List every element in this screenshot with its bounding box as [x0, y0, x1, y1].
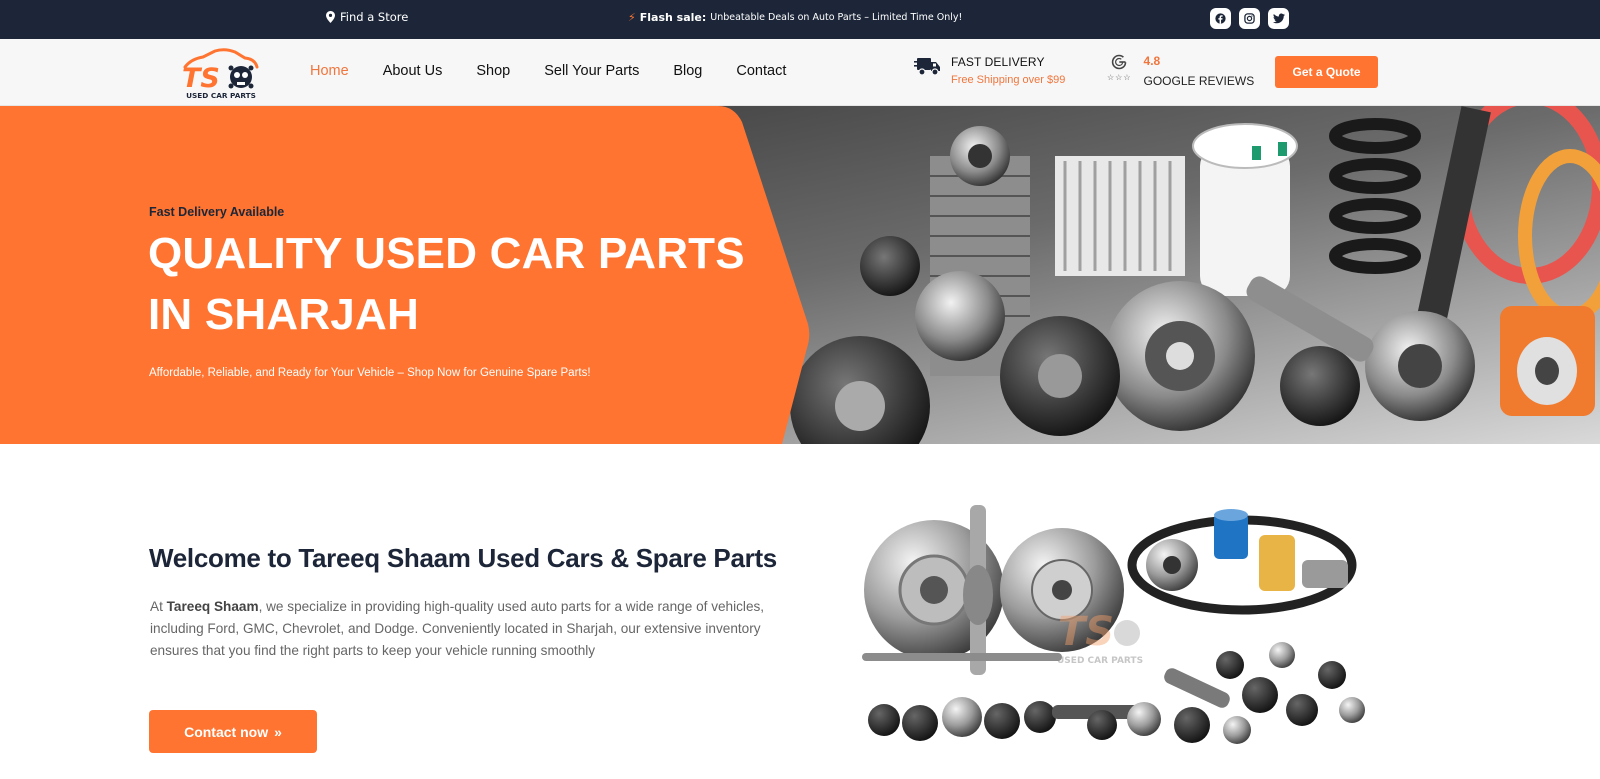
- site-logo[interactable]: TS USED CAR PARTS: [181, 47, 261, 100]
- fast-delivery-info: FAST DELIVERY Free Shipping over $99: [914, 54, 1065, 86]
- social-links: [1210, 8, 1289, 29]
- google-reviews[interactable]: ☆☆☆ 4.8 GOOGLE REVIEWS: [1107, 53, 1254, 88]
- spare-parts-image: TS USED CAR PARTS: [862, 505, 1365, 744]
- instagram-icon[interactable]: [1239, 8, 1260, 29]
- about-company-name: Tareeq Shaam: [166, 599, 259, 614]
- flash-sale-banner: ⚡ Flash sale: Unbeatable Deals on Auto P…: [628, 11, 962, 24]
- delivery-truck-icon: [914, 58, 940, 76]
- double-chevron-right-icon: »: [274, 723, 282, 740]
- get-a-quote-button[interactable]: Get a Quote: [1275, 56, 1378, 88]
- svg-text:USED CAR PARTS: USED CAR PARTS: [186, 91, 256, 99]
- top-bar: Find a Store ⚡ Flash sale: Unbeatable De…: [0, 0, 1600, 39]
- hero-kicker: Fast Delivery Available: [149, 205, 285, 219]
- facebook-icon[interactable]: [1210, 8, 1231, 29]
- nav-blog[interactable]: Blog: [673, 63, 702, 79]
- rating-value: 4.8: [1143, 54, 1161, 68]
- about-title: Welcome to Tareeq Shaam Used Cars & Spar…: [149, 543, 777, 573]
- hero-subtitle: Affordable, Reliable, and Ready for Your…: [149, 367, 591, 379]
- find-store-label: Find a Store: [340, 10, 409, 24]
- map-pin-icon: [326, 11, 335, 23]
- svg-text:USED CAR PARTS: USED CAR PARTS: [1057, 656, 1143, 666]
- hero-title: QUALITY USED CAR PARTS IN SHARJAH: [148, 229, 745, 339]
- delivery-subtitle: Free Shipping over $99: [951, 74, 1066, 86]
- flash-sale-text: Unbeatable Deals on Auto Parts – Limited…: [710, 12, 963, 23]
- nav-about-us[interactable]: About Us: [383, 63, 443, 79]
- contact-now-label: Contact now: [184, 723, 269, 740]
- about-description: At Tareeq Shaam, we specialize in provid…: [150, 596, 770, 662]
- hero-banner: Fast Delivery Available QUALITY USED CAR…: [0, 106, 1600, 444]
- nav-sell-your-parts[interactable]: Sell Your Parts: [544, 63, 639, 79]
- flash-sale-label: Flash sale:: [639, 11, 707, 24]
- reviews-label: GOOGLE REVIEWS: [1143, 74, 1255, 88]
- delivery-title: FAST DELIVERY: [951, 55, 1045, 69]
- about-text-prefix: At: [150, 599, 167, 614]
- contact-now-button[interactable]: Contact now »: [149, 710, 317, 753]
- svg-text:TS: TS: [182, 63, 220, 94]
- lightning-icon: ⚡: [628, 11, 636, 24]
- find-store-link[interactable]: Find a Store: [326, 10, 408, 24]
- google-icon: [1112, 54, 1127, 70]
- rating-stars: ☆☆☆: [1107, 73, 1132, 82]
- nav-shop[interactable]: Shop: [476, 63, 510, 79]
- main-header: TS USED CAR PARTS Home About Us Shop Sel…: [0, 39, 1600, 106]
- nav-home[interactable]: Home: [310, 63, 349, 79]
- svg-text:TS: TS: [1058, 609, 1114, 655]
- nav-contact[interactable]: Contact: [736, 63, 786, 79]
- twitter-icon[interactable]: [1268, 8, 1289, 29]
- main-nav: Home About Us Shop Sell Your Parts Blog …: [310, 63, 786, 79]
